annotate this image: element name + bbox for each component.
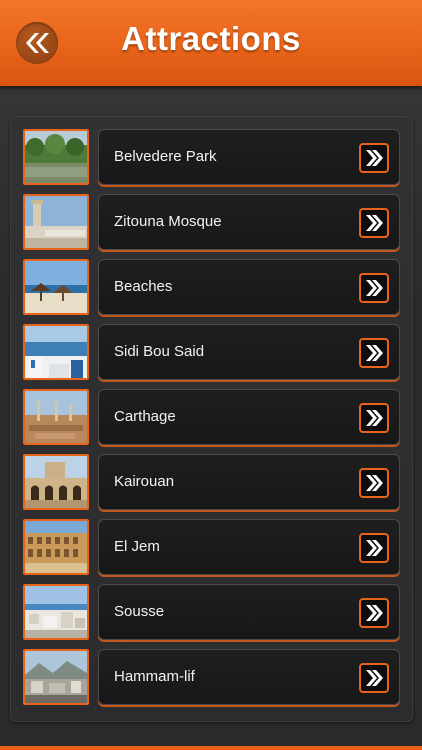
town-thumbnail bbox=[23, 649, 89, 705]
page-title: Attractions bbox=[121, 20, 301, 57]
double-chevron-right-icon bbox=[366, 215, 383, 231]
attraction-button[interactable]: Hammam-lif bbox=[98, 649, 400, 705]
footer-accent-bar bbox=[0, 746, 422, 750]
attraction-button[interactable]: Beaches bbox=[98, 259, 400, 315]
list-item[interactable]: Hammam-lif bbox=[23, 649, 400, 705]
list-item[interactable]: Kairouan bbox=[23, 454, 400, 510]
attraction-label: Beaches bbox=[114, 278, 173, 295]
beach-thumbnail bbox=[23, 259, 89, 315]
double-chevron-right-icon bbox=[366, 605, 383, 621]
ruins-thumbnail bbox=[23, 389, 89, 445]
great-mosque-thumbnail bbox=[23, 454, 89, 510]
double-chevron-right-icon bbox=[366, 345, 383, 361]
attraction-label: Kairouan bbox=[114, 473, 175, 490]
attraction-label: Sidi Bou Said bbox=[114, 343, 205, 360]
list-item[interactable]: Sidi Bou Said bbox=[23, 324, 400, 380]
go-button[interactable] bbox=[359, 533, 389, 563]
list-item[interactable]: Beaches bbox=[23, 259, 400, 315]
go-button[interactable] bbox=[359, 468, 389, 498]
list-item[interactable]: Sousse bbox=[23, 584, 400, 640]
park-thumbnail bbox=[23, 129, 89, 185]
city-thumbnail bbox=[23, 584, 89, 640]
attraction-button[interactable]: Sidi Bou Said bbox=[98, 324, 400, 380]
go-button[interactable] bbox=[359, 403, 389, 433]
attraction-label: Belvedere Park bbox=[114, 148, 217, 165]
list-item[interactable]: Carthage bbox=[23, 389, 400, 445]
double-chevron-right-icon bbox=[366, 540, 383, 556]
attraction-label: Sousse bbox=[114, 603, 165, 620]
go-button[interactable] bbox=[359, 273, 389, 303]
attraction-button[interactable]: Carthage bbox=[98, 389, 400, 445]
coastal-village-thumbnail bbox=[23, 324, 89, 380]
attractions-list: Belvedere Park Zitouna Mosque Beaches Si… bbox=[10, 116, 413, 722]
attraction-button[interactable]: Zitouna Mosque bbox=[98, 194, 400, 250]
amphitheatre-thumbnail bbox=[23, 519, 89, 575]
mosque-thumbnail bbox=[23, 194, 89, 250]
double-chevron-right-icon bbox=[366, 670, 383, 686]
double-chevron-right-icon bbox=[366, 150, 383, 166]
list-item[interactable]: Belvedere Park bbox=[23, 129, 400, 185]
app-header: Attractions bbox=[0, 0, 422, 86]
go-button[interactable] bbox=[359, 208, 389, 238]
list-item[interactable]: El Jem bbox=[23, 519, 400, 575]
go-button[interactable] bbox=[359, 663, 389, 693]
go-button[interactable] bbox=[359, 598, 389, 628]
attraction-label: Carthage bbox=[114, 408, 176, 425]
attraction-button[interactable]: Kairouan bbox=[98, 454, 400, 510]
go-button[interactable] bbox=[359, 338, 389, 368]
double-chevron-right-icon bbox=[366, 410, 383, 426]
attraction-label: Hammam-lif bbox=[114, 668, 195, 685]
attraction-button[interactable]: Sousse bbox=[98, 584, 400, 640]
list-item[interactable]: Zitouna Mosque bbox=[23, 194, 400, 250]
attraction-label: Zitouna Mosque bbox=[114, 213, 222, 230]
double-chevron-right-icon bbox=[366, 475, 383, 491]
attraction-button[interactable]: El Jem bbox=[98, 519, 400, 575]
double-chevron-right-icon bbox=[366, 280, 383, 296]
go-button[interactable] bbox=[359, 143, 389, 173]
attraction-button[interactable]: Belvedere Park bbox=[98, 129, 400, 185]
attraction-label: El Jem bbox=[114, 538, 160, 555]
